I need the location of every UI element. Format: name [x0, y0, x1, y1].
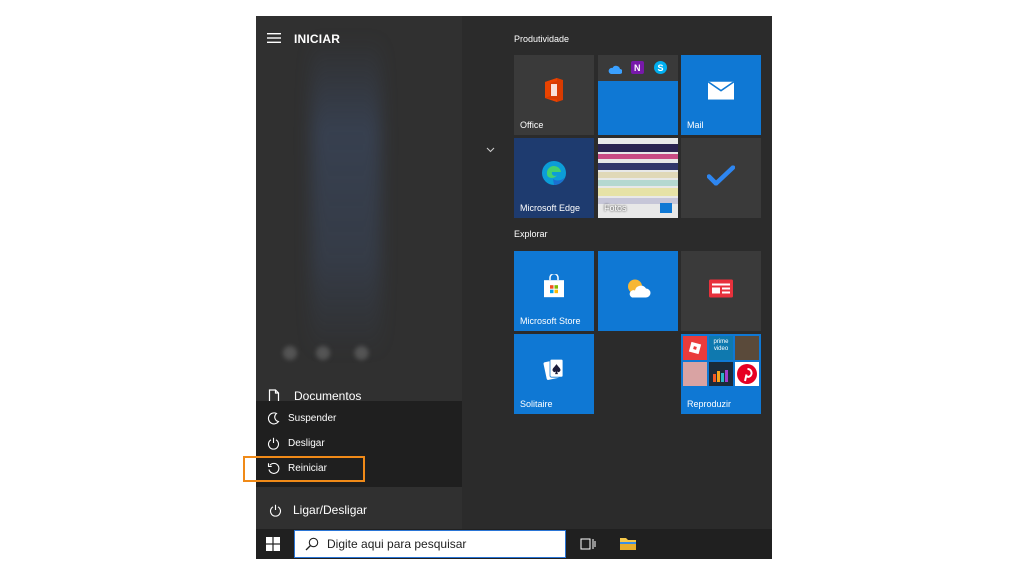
- shutdown-label: Desligar: [288, 437, 325, 449]
- office-icon: [542, 77, 566, 108]
- blurred-app-list: [311, 36, 381, 356]
- photo-mini-tile: [683, 362, 707, 386]
- file-explorer-icon[interactable]: [619, 535, 637, 551]
- shutdown-option[interactable]: Desligar: [266, 433, 325, 453]
- roblox-mini-tile: [683, 336, 707, 360]
- highlight-box: [243, 456, 365, 482]
- weather-icon: [624, 278, 652, 305]
- tile-mail[interactable]: Mail: [681, 55, 761, 135]
- chevron-down-icon[interactable]: [486, 144, 495, 156]
- tile-weather[interactable]: [598, 251, 678, 331]
- tile-play-folder[interactable]: prime video Reproduzir: [681, 334, 761, 414]
- todo-check-icon: [706, 165, 736, 191]
- suspend-label: Suspender: [288, 412, 337, 424]
- start-menu: INICIAR Documentos Suspender Desligar Re…: [256, 16, 772, 529]
- skype-icon: S: [654, 61, 667, 79]
- tile-label: Office: [520, 120, 544, 130]
- tile-label: Mail: [687, 120, 704, 130]
- power-icon: [268, 503, 282, 517]
- pinterest-mini-tile: [735, 362, 759, 386]
- moon-icon: [266, 411, 280, 425]
- group-title-explore: Explorar: [514, 229, 548, 239]
- search-box[interactable]: [294, 530, 566, 558]
- suspend-option[interactable]: Suspender: [266, 408, 336, 428]
- tile-label: Reproduzir: [687, 399, 732, 409]
- power-button[interactable]: Ligar/Desligar: [268, 500, 367, 520]
- game-mini-tile: [735, 336, 759, 360]
- tile-label: Fotos: [604, 203, 627, 213]
- tile-label: Microsoft Store: [520, 316, 581, 326]
- solitaire-icon: [542, 357, 566, 386]
- tile-edge[interactable]: Microsoft Edge: [514, 138, 594, 218]
- tile-office[interactable]: Office: [514, 55, 594, 135]
- search-icon: [305, 537, 319, 551]
- tile-photos[interactable]: Fotos: [598, 138, 678, 218]
- power-label: Ligar/Desligar: [293, 503, 368, 517]
- mail-icon: [707, 81, 735, 105]
- task-view-icon[interactable]: [580, 536, 596, 552]
- onedrive-icon: [608, 62, 623, 80]
- tile-office-apps-folder[interactable]: N S: [598, 55, 678, 135]
- tile-store[interactable]: Microsoft Store: [514, 251, 594, 331]
- blurred-app-icons: [268, 344, 378, 362]
- windows-start-icon[interactable]: [266, 537, 280, 551]
- news-icon: [709, 279, 733, 303]
- power-icon: [266, 436, 280, 450]
- svg-text:S: S: [658, 63, 664, 73]
- taskbar: [256, 529, 772, 559]
- prime-video-mini-tile: prime video: [709, 336, 733, 360]
- photos-icon: [660, 203, 672, 213]
- tile-news[interactable]: [681, 251, 761, 331]
- music-mini-tile: [709, 362, 733, 386]
- start-title: INICIAR: [294, 32, 341, 46]
- group-title-productivity: Produtividade: [514, 34, 570, 44]
- svg-text:N: N: [634, 63, 641, 73]
- hamburger-menu-icon[interactable]: [267, 32, 281, 46]
- edge-icon: [541, 160, 567, 191]
- tile-todo[interactable]: [681, 138, 761, 218]
- onenote-icon: N: [631, 61, 644, 79]
- prime-video-text: prime video: [713, 339, 729, 352]
- tile-label: Solitaire: [520, 399, 553, 409]
- tile-label: Microsoft Edge: [520, 203, 581, 213]
- start-left-column: INICIAR Documentos Suspender Desligar Re…: [256, 16, 462, 529]
- store-icon: [542, 272, 566, 303]
- tile-solitaire[interactable]: Solitaire: [514, 334, 594, 414]
- search-input[interactable]: [327, 537, 547, 551]
